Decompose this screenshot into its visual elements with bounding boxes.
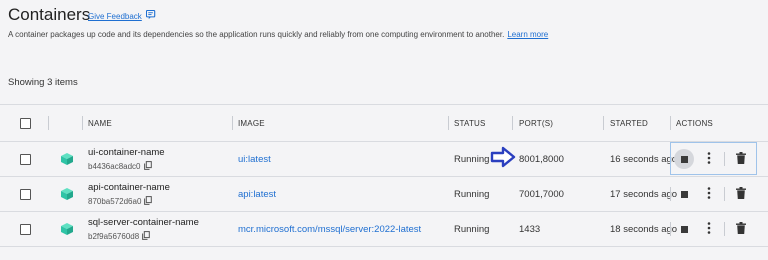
stop-button[interactable] [674, 184, 694, 204]
cube-icon [60, 177, 74, 211]
column-header-status[interactable]: STATUS [454, 105, 486, 141]
trash-icon [736, 222, 746, 236]
table-row[interactable]: sql-server-container-name b2f9a56760d8 m… [0, 212, 768, 247]
stop-icon [680, 225, 688, 233]
status-text: Running [454, 153, 490, 165]
container-name: ui-container-name [88, 146, 165, 158]
more-vertical-icon [707, 152, 711, 166]
item-count: Showing 3 items [8, 77, 78, 88]
more-vertical-icon [707, 222, 711, 236]
ports-text: 7001,7000 [519, 188, 564, 200]
stop-button[interactable] [674, 149, 694, 169]
cube-icon [60, 142, 74, 176]
column-header-actions: ACTIONS [676, 118, 713, 128]
container-name: sql-server-container-name [88, 216, 199, 228]
image-link[interactable]: api:latest [238, 177, 276, 211]
row-checkbox[interactable] [20, 188, 31, 200]
stop-icon [680, 155, 688, 163]
started-text: 17 seconds ago [610, 188, 678, 200]
image-link[interactable]: mcr.microsoft.com/mssql/server:2022-late… [238, 212, 421, 246]
container-id-text: 870ba572d6a0 [88, 196, 142, 206]
stop-icon [680, 190, 688, 198]
container-id: 870ba572d6a0 [88, 195, 153, 207]
arrow-right-icon [490, 146, 516, 173]
learn-more-link[interactable]: Learn more [507, 30, 548, 39]
status-text: Running [454, 188, 490, 200]
container-id: b2f9a56760d8 [88, 230, 150, 242]
copy-icon[interactable] [144, 195, 153, 207]
status-text: Running [454, 223, 490, 235]
select-all-checkbox[interactable] [20, 117, 31, 129]
page-description: A container packages up code and its dep… [8, 30, 548, 39]
row-checkbox[interactable] [20, 153, 31, 165]
copy-icon[interactable] [143, 160, 152, 172]
containers-table: NAME IMAGE STATUS PORT(S) STARTED ACTION… [0, 104, 768, 247]
stop-button[interactable] [674, 219, 694, 239]
trash-icon [736, 152, 746, 166]
delete-button[interactable] [734, 184, 748, 204]
more-vertical-icon [707, 187, 711, 201]
delete-button[interactable] [734, 219, 748, 239]
container-id-text: b4436ac8adc0 [88, 161, 141, 171]
description-text: A container packages up code and its dep… [8, 30, 505, 39]
table-header-row: NAME IMAGE STATUS PORT(S) STARTED ACTION… [0, 104, 768, 142]
column-header-started[interactable]: STARTED [610, 105, 648, 141]
copy-icon[interactable] [142, 230, 150, 242]
started-text: 18 seconds ago [610, 223, 678, 235]
cube-icon [60, 212, 74, 246]
row-checkbox[interactable] [20, 223, 31, 235]
table-row[interactable]: api-container-name 870ba572d6a0 api:late… [0, 177, 768, 212]
image-link[interactable]: ui:latest [238, 142, 271, 176]
give-feedback-link[interactable]: Give Feedback [88, 9, 157, 23]
ports-text: 8001,8000 [519, 153, 564, 165]
ports-text: 1433 [519, 223, 541, 235]
container-id: b4436ac8adc0 [88, 160, 152, 172]
table-row[interactable]: ui-container-name b4436ac8adc0 ui:latest… [0, 142, 768, 177]
delete-button[interactable] [734, 149, 748, 169]
column-header-name[interactable]: NAME [88, 105, 112, 141]
more-actions-button[interactable] [702, 219, 716, 239]
feedback-label: Give Feedback [88, 12, 142, 21]
page-title: Containers [8, 5, 91, 24]
more-actions-button[interactable] [702, 149, 716, 169]
started-text: 16 seconds ago [610, 153, 678, 165]
column-header-ports[interactable]: PORT(S) [519, 105, 553, 141]
column-header-image[interactable]: IMAGE [238, 105, 265, 141]
more-actions-button[interactable] [702, 184, 716, 204]
chat-feedback-icon [145, 9, 157, 23]
container-name: api-container-name [88, 181, 170, 193]
container-id-text: b2f9a56760d8 [88, 231, 140, 241]
trash-icon [736, 187, 746, 201]
